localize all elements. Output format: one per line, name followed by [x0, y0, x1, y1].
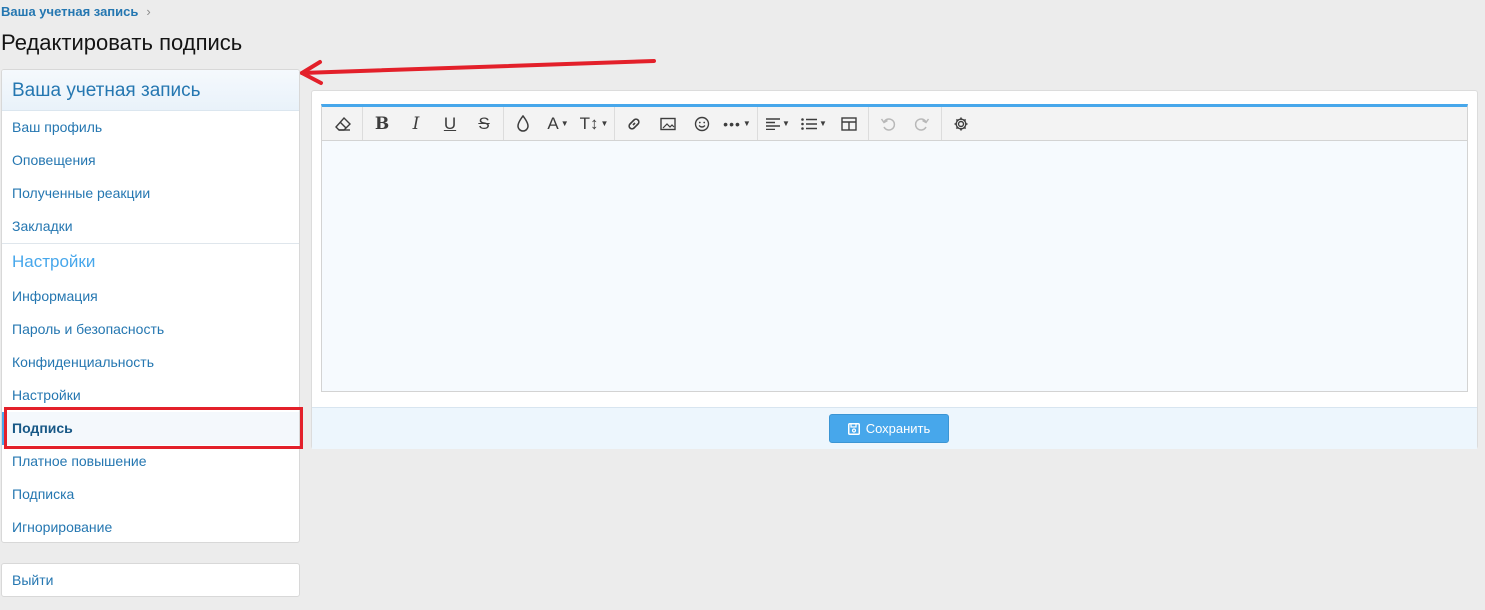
list-icon[interactable]: ▼ — [796, 109, 832, 139]
sidebar-item-signature[interactable]: Подпись — [2, 412, 299, 445]
chevron-right-icon: › — [146, 4, 151, 19]
signature-form: B I U S A ▼ T↕ ▼ ••• ▼ ▼ ▼ Сохранить — [311, 90, 1478, 449]
sidebar-item-security[interactable]: Пароль и безопасность — [2, 313, 299, 346]
sidebar-item-reactions[interactable]: Полученные реакции — [2, 177, 299, 210]
settings-icon[interactable] — [944, 109, 978, 139]
sidebar-item-alerts[interactable]: Оповещения — [2, 144, 299, 177]
more-icon[interactable]: ••• ▼ — [719, 109, 755, 139]
strikethrough-icon[interactable]: S — [467, 109, 501, 139]
page-title: Редактировать подпись — [1, 30, 243, 55]
breadcrumb-link-account[interactable]: Ваша учетная запись — [1, 4, 138, 19]
font-size-icon[interactable]: T↕ ▼ — [576, 109, 612, 139]
bold-icon[interactable]: B — [365, 109, 399, 139]
account-sidebar: Ваша учетная запись Ваш профиль Оповещен… — [1, 69, 300, 543]
eraser-icon[interactable] — [326, 109, 360, 139]
signature-text-area[interactable] — [322, 141, 1467, 391]
logout-link[interactable]: Выйти — [1, 563, 300, 597]
font-family-icon[interactable]: A ▼ — [540, 109, 576, 139]
floppy-disk-icon — [847, 422, 860, 435]
sidebar-item-following[interactable]: Подписка — [2, 478, 299, 511]
save-button[interactable]: Сохранить — [829, 414, 949, 443]
link-icon[interactable] — [617, 109, 651, 139]
italic-icon[interactable]: I — [399, 109, 433, 139]
table-icon[interactable] — [832, 109, 866, 139]
breadcrumb: Ваша учетная запись › — [1, 4, 151, 19]
text-color-icon[interactable] — [506, 109, 540, 139]
sidebar-item-preferences[interactable]: Настройки — [2, 379, 299, 412]
sidebar-item-bookmarks[interactable]: Закладки — [2, 210, 299, 243]
sidebar-item-profile[interactable]: Ваш профиль — [2, 111, 299, 144]
form-submit-row: Сохранить — [312, 407, 1477, 449]
align-icon[interactable]: ▼ — [760, 109, 796, 139]
undo-icon[interactable] — [871, 109, 905, 139]
rich-text-editor: B I U S A ▼ T↕ ▼ ••• ▼ ▼ ▼ — [321, 104, 1468, 392]
image-icon[interactable] — [651, 109, 685, 139]
annotation-arrow-icon — [300, 59, 656, 85]
redo-icon[interactable] — [905, 109, 939, 139]
sidebar-section-settings: Настройки — [2, 243, 299, 280]
sidebar-header: Ваша учетная запись — [2, 70, 299, 111]
save-button-label: Сохранить — [865, 421, 931, 436]
smiley-icon[interactable] — [685, 109, 719, 139]
sidebar-item-privacy[interactable]: Конфиденциальность — [2, 346, 299, 379]
sidebar-item-ignoring[interactable]: Игнорирование — [2, 511, 299, 542]
underline-icon[interactable]: U — [433, 109, 467, 139]
editor-toolbar: B I U S A ▼ T↕ ▼ ••• ▼ ▼ ▼ — [322, 107, 1467, 141]
sidebar-item-info[interactable]: Информация — [2, 280, 299, 313]
sidebar-item-upgrades[interactable]: Платное повышение — [2, 445, 299, 478]
